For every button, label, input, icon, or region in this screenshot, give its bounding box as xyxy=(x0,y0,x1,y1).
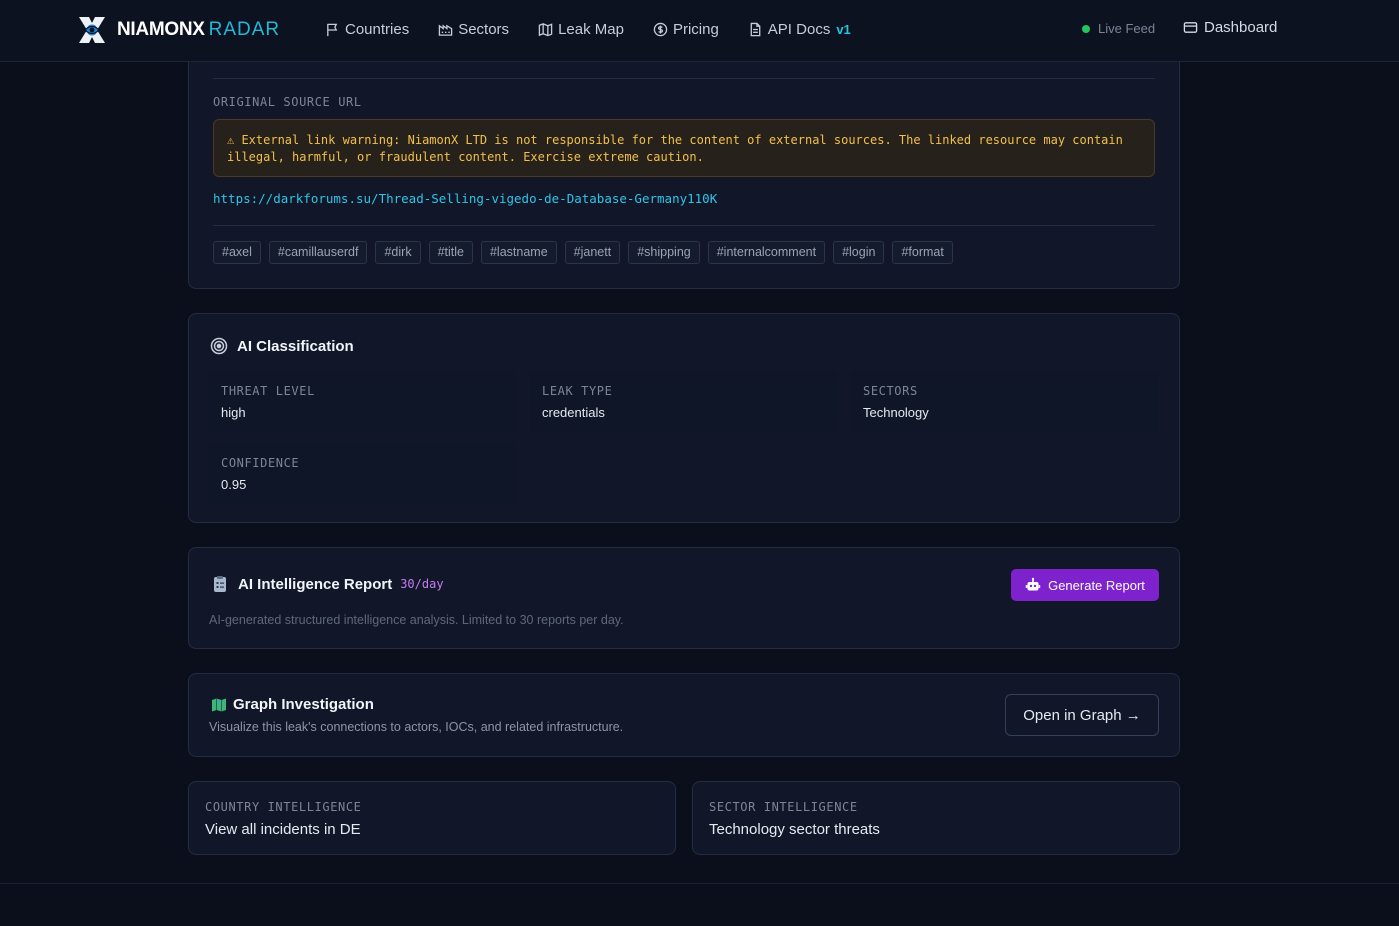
report-description: AI-generated structured intelligence ana… xyxy=(209,613,624,627)
field-label: CONFIDENCE xyxy=(221,456,300,470)
niamonx-logo-icon xyxy=(79,17,105,43)
nav-item-countries[interactable]: Countries xyxy=(325,21,409,38)
live-feed-indicator[interactable]: Live Feed xyxy=(1082,21,1155,36)
sector-intelligence-card[interactable]: SECTOR INTELLIGENCE Technology sector th… xyxy=(692,781,1180,855)
robot-icon xyxy=(1025,577,1041,591)
top-navbar: NIAMONX RADAR Countries Sectors Leak Map … xyxy=(0,0,1399,62)
tag-list: #axel #camillauserdf #dirk #title #lastn… xyxy=(213,241,961,264)
tag-chip[interactable]: #axel xyxy=(213,241,261,264)
field-label: THREAT LEVEL xyxy=(221,384,315,398)
leak-details-card: ORIGINAL SOURCE URL ⚠ External link warn… xyxy=(188,40,1180,289)
tag-chip[interactable]: #format xyxy=(892,241,953,264)
generate-report-label: Generate Report xyxy=(1048,577,1145,593)
source-url-label: ORIGINAL SOURCE URL xyxy=(213,95,362,109)
confidence-field: CONFIDENCE 0.95 xyxy=(209,443,516,503)
external-link-warning: ⚠ External link warning: NiamonX LTD is … xyxy=(213,119,1155,177)
nav-item-pricing[interactable]: Pricing xyxy=(653,21,719,38)
brand-name-primary: NIAMONX xyxy=(117,19,205,40)
brand-logo[interactable]: NIAMONX RADAR xyxy=(76,14,280,46)
nav-item-sectors[interactable]: Sectors xyxy=(438,21,509,38)
tag-chip[interactable]: #dirk xyxy=(375,241,421,264)
tag-chip[interactable]: #lastname xyxy=(480,241,557,264)
footer-divider xyxy=(0,883,1399,884)
country-intelligence-card[interactable]: COUNTRY INTELLIGENCE View all incidents … xyxy=(188,781,676,855)
report-rate-limit: 30/day xyxy=(400,577,444,591)
clipboard-icon xyxy=(214,576,226,592)
dashboard-link[interactable]: Dashboard xyxy=(1183,19,1277,36)
tag-chip[interactable]: #janett xyxy=(564,241,621,264)
card-icon xyxy=(1183,22,1198,33)
divider xyxy=(213,225,1155,226)
source-url-link[interactable]: https://darkforums.su/Thread-Selling-vig… xyxy=(213,191,717,206)
sector-intel-label: SECTOR INTELLIGENCE xyxy=(709,800,858,814)
divider xyxy=(213,78,1155,79)
graph-investigation-title-text: Graph Investigation xyxy=(233,696,374,713)
target-icon xyxy=(210,337,228,355)
field-value: high xyxy=(221,405,246,420)
sector-intel-link[interactable]: Technology sector threats xyxy=(709,821,880,838)
field-value: credentials xyxy=(542,405,605,420)
tag-chip[interactable]: #camillauserdf xyxy=(268,241,368,264)
threat-level-field: THREAT LEVEL high xyxy=(209,371,516,431)
graph-description: Visualize this leak's connections to act… xyxy=(209,720,624,734)
graph-investigation-title: Graph Investigation xyxy=(211,696,374,713)
country-intel-link[interactable]: View all incidents in DE xyxy=(205,821,361,838)
field-value: Technology xyxy=(863,405,929,420)
nav-item-label: API Docs xyxy=(767,20,831,38)
dollar-circle-icon xyxy=(653,22,668,36)
nav-item-label: Countries xyxy=(345,20,410,38)
ai-classification-card: AI Classification THREAT LEVEL high LEAK… xyxy=(188,313,1180,523)
field-label: SECTORS xyxy=(863,384,918,398)
api-version-badge: v1 xyxy=(836,21,851,37)
dashboard-label: Dashboard xyxy=(1204,19,1278,36)
nav-item-api-docs[interactable]: API Docs v1 xyxy=(748,21,851,38)
sectors-field: SECTORS Technology xyxy=(851,371,1158,431)
country-intel-label: COUNTRY INTELLIGENCE xyxy=(205,800,362,814)
graph-investigation-card: Graph Investigation Visualize this leak'… xyxy=(188,673,1180,757)
ai-report-title-text: AI Intelligence Report xyxy=(238,575,393,593)
open-in-graph-button[interactable]: Open in Graph → xyxy=(1005,694,1159,736)
live-feed-label: Live Feed xyxy=(1098,21,1156,36)
nav-item-label: Sectors xyxy=(458,20,510,38)
brand-name-secondary: RADAR xyxy=(208,19,281,40)
flag-icon xyxy=(327,23,338,36)
map-icon xyxy=(538,22,553,36)
tag-chip[interactable]: #shipping xyxy=(628,241,700,264)
ai-report-title: AI Intelligence Report 30/day xyxy=(211,575,444,593)
brand-name: NIAMONX RADAR xyxy=(117,19,280,41)
nav-item-label: Leak Map xyxy=(558,20,624,38)
tag-chip[interactable]: #internalcomment xyxy=(707,241,826,264)
live-status-dot xyxy=(1082,24,1090,33)
nav-links: Countries Sectors Leak Map Pricing API D… xyxy=(325,0,880,58)
field-value: 0.95 xyxy=(221,477,247,492)
ai-classification-title-text: AI Classification xyxy=(237,337,354,355)
field-label: LEAK TYPE xyxy=(542,384,613,398)
nav-item-label: Pricing xyxy=(672,20,719,38)
generate-report-button[interactable]: Generate Report xyxy=(1011,569,1159,601)
document-icon xyxy=(750,22,761,36)
nav-item-leak-map[interactable]: Leak Map xyxy=(538,21,624,38)
factory-icon xyxy=(438,23,453,36)
tag-chip[interactable]: #login xyxy=(833,241,885,264)
ai-report-card: AI Intelligence Report 30/day Generate R… xyxy=(188,547,1180,649)
tag-chip[interactable]: #title xyxy=(428,241,473,264)
ai-classification-title: AI Classification xyxy=(210,337,354,355)
map-book-icon xyxy=(212,698,226,711)
leak-type-field: LEAK TYPE credentials xyxy=(530,371,837,431)
